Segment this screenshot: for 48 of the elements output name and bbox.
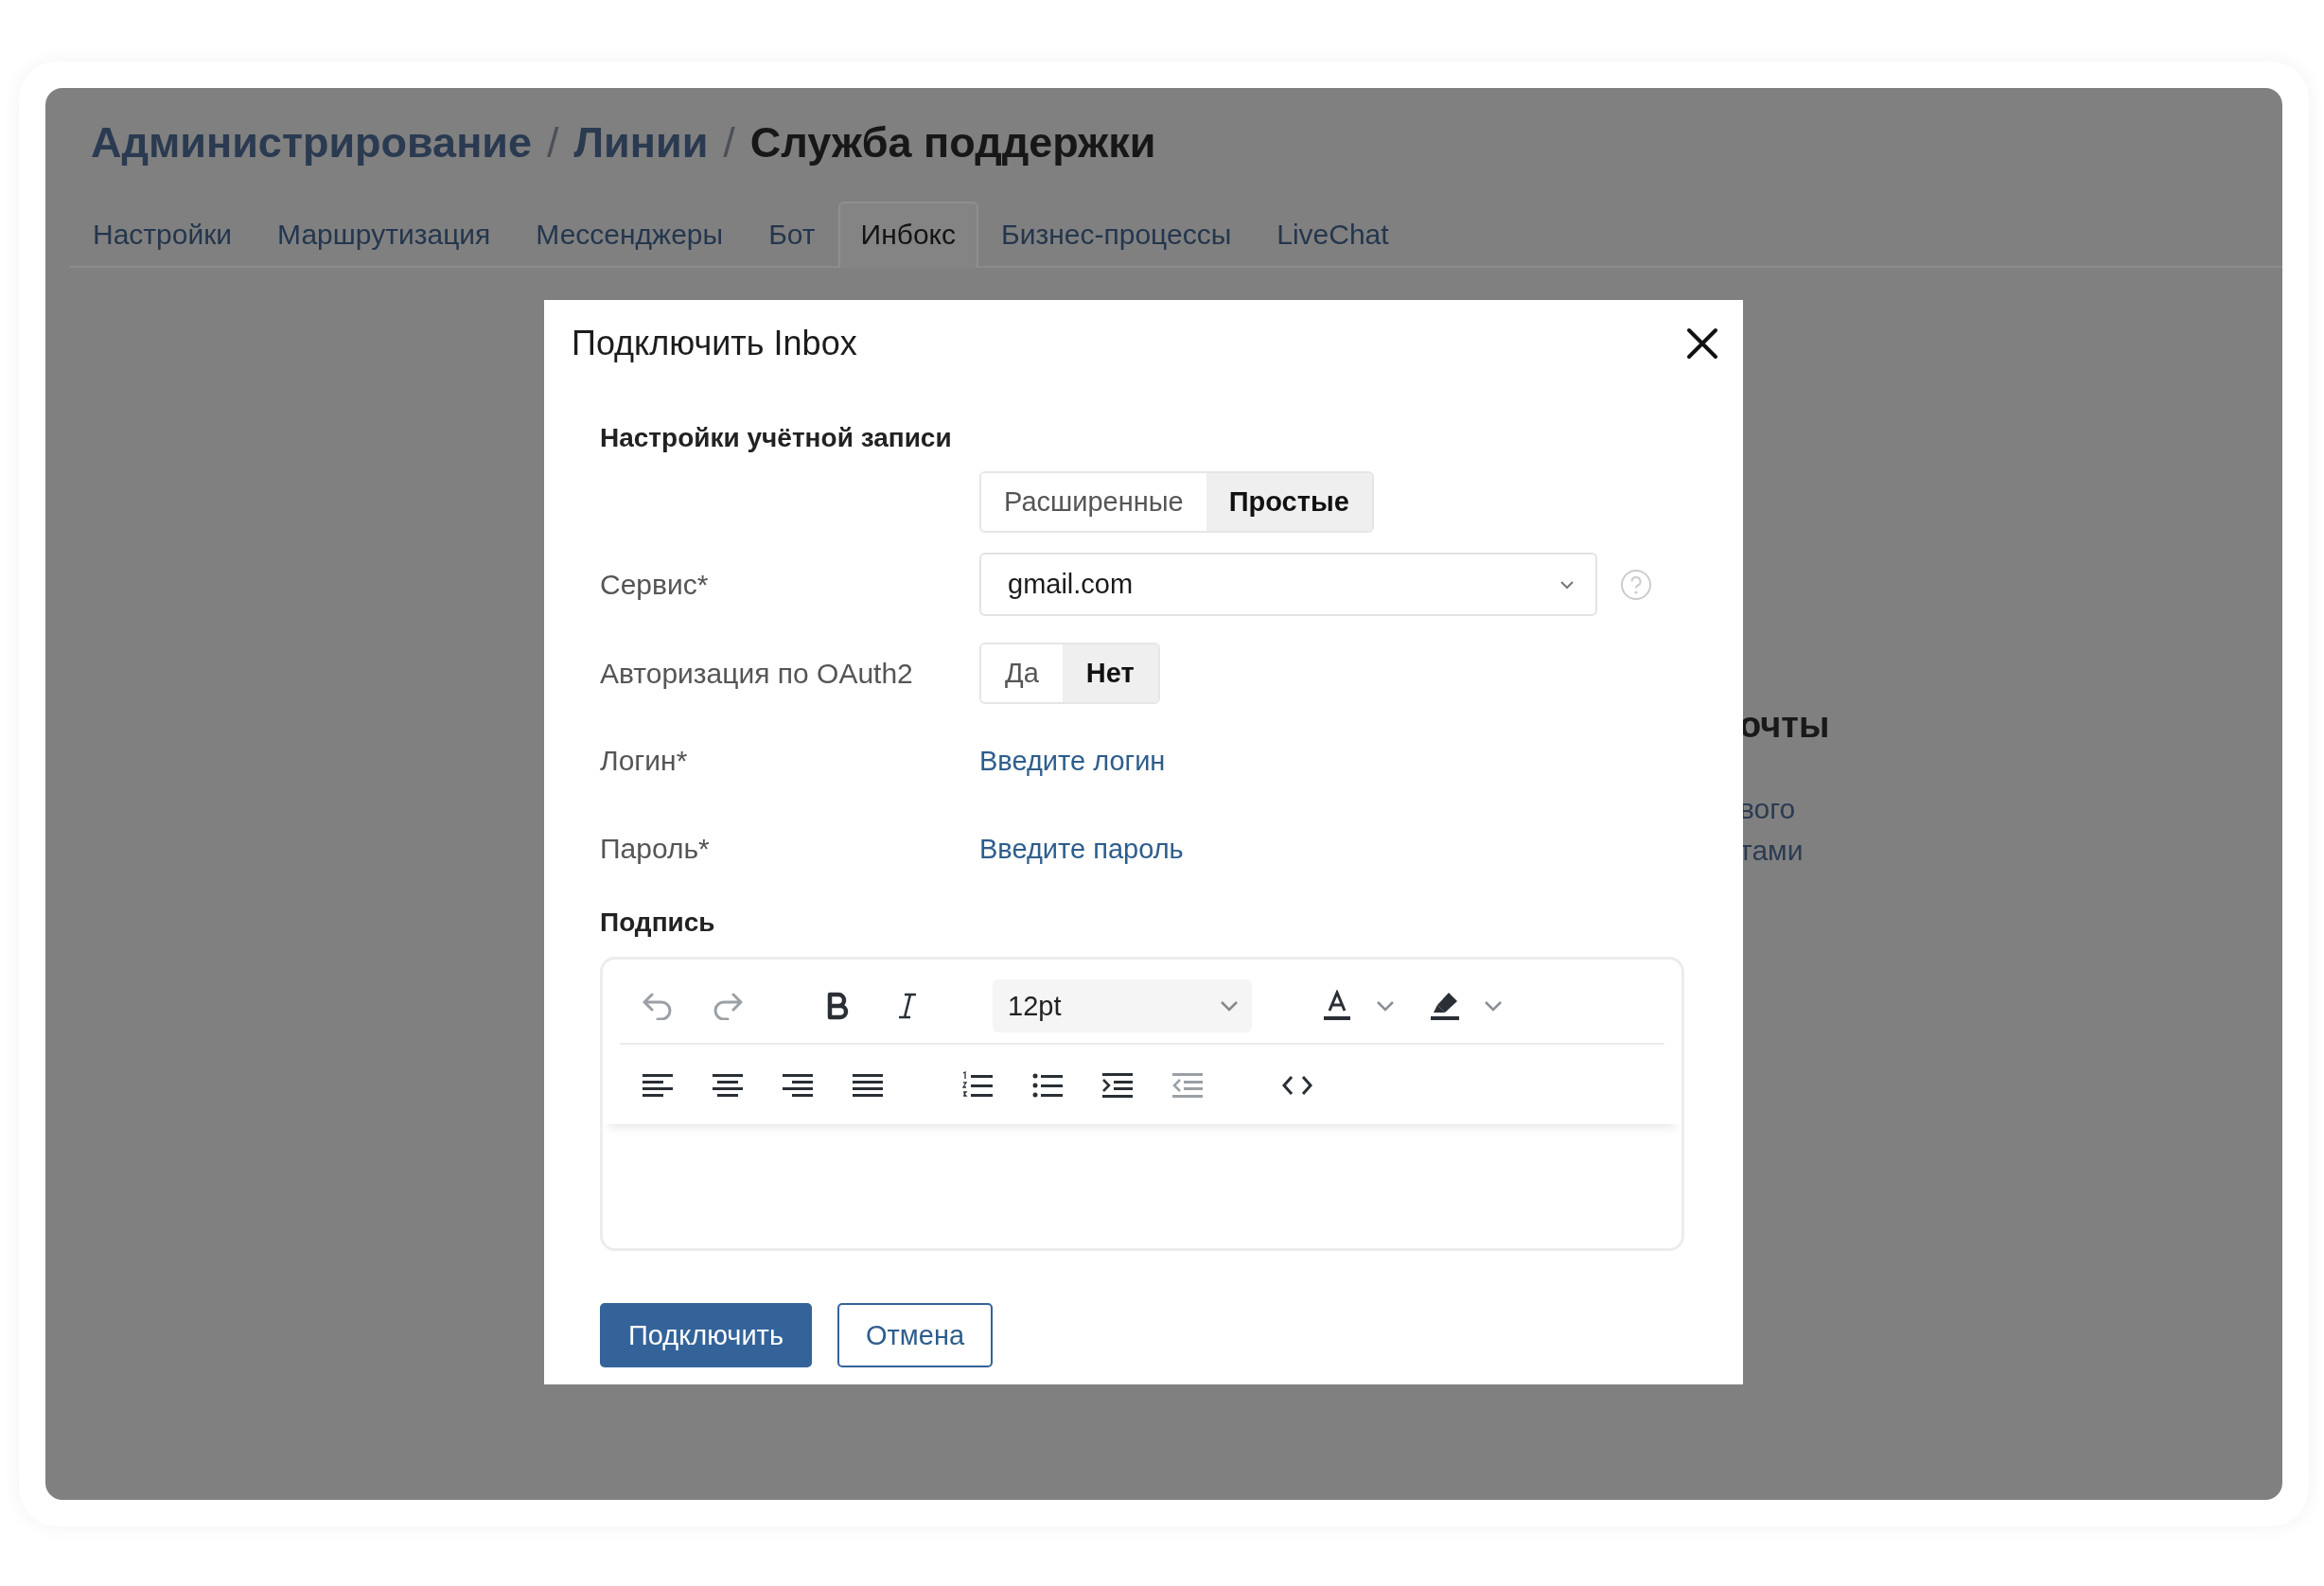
align-right-icon xyxy=(782,1072,814,1099)
tab[interactable]: Мессенджеры xyxy=(513,202,747,268)
input-link[interactable]: Введите логин xyxy=(979,745,1166,777)
tab[interactable]: Настройки xyxy=(70,202,255,268)
input-link[interactable]: Введите пароль xyxy=(979,833,1184,865)
field-label: Авторизация по OAuth2 xyxy=(600,657,914,690)
close-icon xyxy=(1686,327,1718,360)
code-icon xyxy=(1281,1074,1313,1097)
breadcrumb-current: Служба поддержки xyxy=(749,118,1156,167)
close-button[interactable] xyxy=(1686,327,1718,360)
dialog-title: Подключить Inbox xyxy=(572,324,857,363)
breadcrumb-separator: / xyxy=(723,118,735,167)
chevron-down-icon xyxy=(1559,579,1575,590)
numbered-list-icon xyxy=(961,1071,994,1100)
field-label: Сервис* xyxy=(600,568,710,601)
redo-icon xyxy=(712,992,744,1020)
breadcrumb-separator: / xyxy=(547,118,559,167)
tab[interactable]: Маршрутизация xyxy=(255,202,514,268)
chevron-down-icon xyxy=(1376,1000,1395,1012)
tab[interactable]: LiveChat xyxy=(1254,202,1412,268)
chevron-down-icon xyxy=(1220,1000,1239,1012)
field-label: Логин* xyxy=(600,745,689,777)
undo-icon xyxy=(642,992,674,1020)
description-text: тами xyxy=(1739,835,1805,867)
mode-option[interactable]: Простые xyxy=(1206,473,1372,531)
tab[interactable]: Бизнес-процессы xyxy=(978,202,1255,268)
text-color-icon xyxy=(1321,990,1353,1022)
service-select[interactable]: gmail.com xyxy=(979,553,1597,616)
font-size-select[interactable]: 12pt xyxy=(993,979,1252,1032)
align-center-icon xyxy=(712,1072,744,1099)
chevron-down-icon xyxy=(1484,1000,1503,1012)
connect-button[interactable]: Подключить xyxy=(600,1303,812,1367)
tab[interactable]: Инбокс xyxy=(837,202,979,268)
section-title: Настройки учётной записи xyxy=(600,425,953,451)
indent-icon xyxy=(1101,1071,1134,1100)
align-left-icon xyxy=(642,1072,674,1099)
toggle-option[interactable]: Нет xyxy=(1062,644,1158,702)
tab[interactable]: Бот xyxy=(746,202,838,268)
bold-icon xyxy=(826,992,849,1020)
outdent-icon xyxy=(1171,1071,1204,1100)
section-title: Подпись xyxy=(600,909,716,936)
highlighter-icon xyxy=(1428,990,1462,1022)
cancel-button[interactable]: Отмена xyxy=(837,1303,994,1367)
section-heading: очты xyxy=(1739,705,1831,746)
justify-icon xyxy=(852,1072,884,1099)
italic-icon xyxy=(897,992,918,1020)
field-label: Пароль* xyxy=(600,833,711,865)
bullet-list-icon xyxy=(1031,1071,1064,1100)
